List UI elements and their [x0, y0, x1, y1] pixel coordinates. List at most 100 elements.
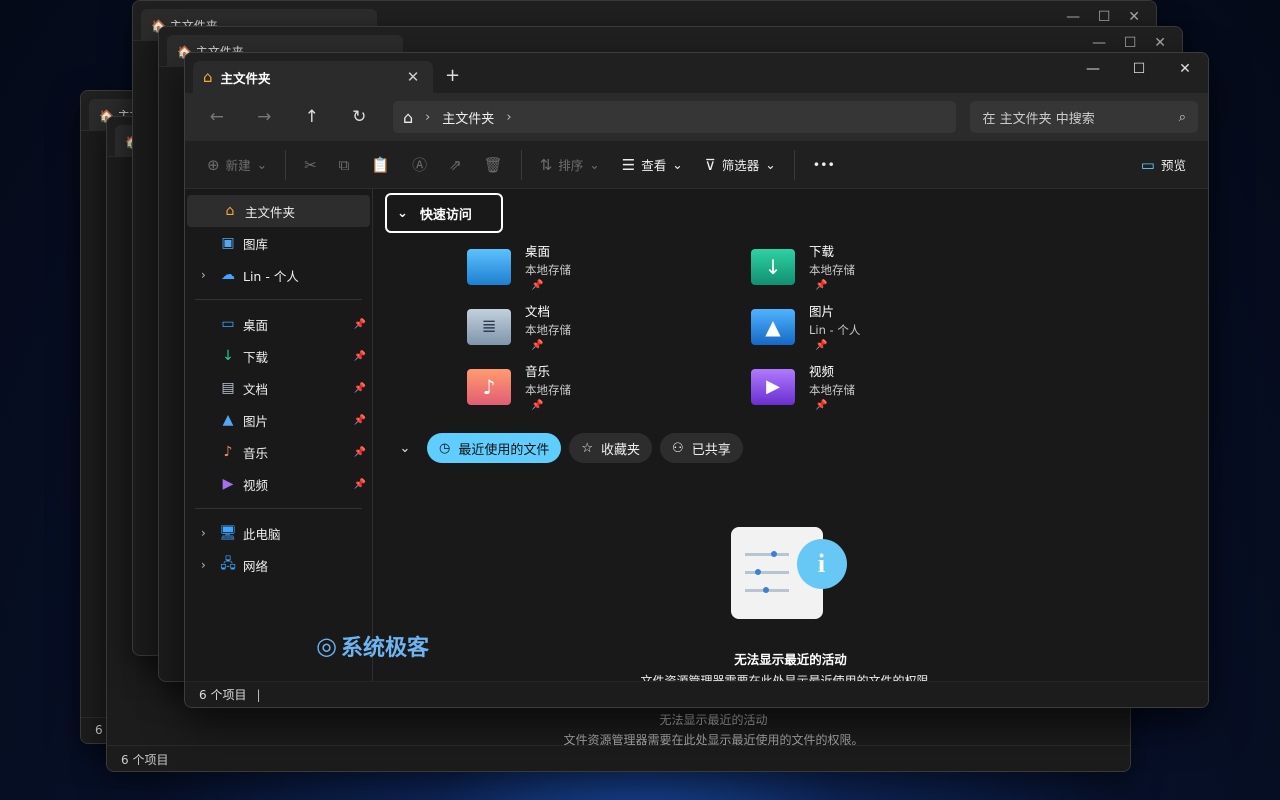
divider [195, 508, 362, 509]
delete-button[interactable]: 🗑 [476, 149, 511, 181]
pin-icon: 📌 [353, 478, 366, 490]
empty-state: i 无法显示最近的活动 文件资源管理器需要在此处显示最近使用的文件的权限。 [373, 527, 1208, 689]
folder-location: 本地存储 [525, 323, 571, 337]
tab-home-folder[interactable]: ⌂ 主文件夹 ✕ [193, 61, 433, 93]
chevron-right-icon[interactable]: › [425, 110, 430, 125]
sidebar-item-documents[interactable]: ▤ 文档 📌 [185, 372, 372, 404]
pin-icon: 📌 [531, 340, 544, 351]
tab-favorites[interactable]: ☆ 收藏夹 [569, 433, 653, 463]
maximize-button[interactable]: ☐ [1116, 53, 1162, 85]
close-window-button[interactable]: ✕ [1162, 53, 1208, 85]
quick-access-header[interactable]: ⌄ 快速访问 [385, 193, 503, 233]
sidebar-item-gallery[interactable]: ▣ 图库 [185, 227, 372, 259]
tab-title: 主文件夹 [220, 70, 271, 86]
chevron-right-icon[interactable]: › [506, 110, 511, 125]
home-icon: ⌂ [203, 68, 213, 86]
folder-tile-pictures[interactable]: ▲ 图片 Lin - 个人 📌 [751, 301, 860, 351]
new-tab-button[interactable]: + [445, 65, 460, 86]
share-icon: ⇗ [449, 155, 462, 174]
music-icon: ♪ [223, 444, 233, 460]
folder-tile-music[interactable]: ♪ 音乐 本地存储 📌 [467, 361, 571, 411]
people-icon: ⚇ [672, 440, 684, 456]
more-options-button[interactable]: ••• [805, 149, 843, 181]
sidebar-item-label: 网络 [243, 558, 269, 574]
refresh-button[interactable]: ↻ [337, 100, 380, 134]
search-box[interactable]: 在 主文件夹 中搜索 ⌕ [970, 101, 1199, 133]
chevron-right-icon[interactable]: › [201, 268, 213, 282]
star-icon: ☆ [581, 440, 594, 456]
sidebar-item-home[interactable]: ⌂ 主文件夹 [187, 195, 370, 227]
item-count: 6 个项目 [199, 688, 247, 702]
folder-name: 音乐 [525, 364, 551, 379]
paste-button[interactable]: 📋 [363, 149, 398, 181]
sidebar-item-label: 图片 [243, 413, 269, 429]
new-label: 新建 [225, 158, 251, 173]
plus-circle-icon: ⊕ [207, 155, 220, 174]
sidebar-item-videos[interactable]: ▶ 视频 📌 [185, 468, 372, 500]
sidebar-item-network[interactable]: › 🖧 网络 [185, 549, 372, 581]
tab-label: 收藏夹 [601, 442, 641, 458]
home-icon[interactable]: ⌂ [403, 108, 413, 127]
sidebar-item-onedrive[interactable]: › ☁ Lin - 个人 [185, 259, 372, 291]
pin-icon: 📌 [353, 318, 366, 330]
cut-button[interactable]: ✂ [296, 149, 325, 181]
sort-button[interactable]: ⇅ 排序 ⌄ [532, 149, 608, 181]
folder-tile-documents[interactable]: ≣ 文档 本地存储 📌 [467, 301, 571, 351]
chevron-down-icon: ⌄ [672, 157, 683, 172]
divider [793, 149, 795, 180]
copy-button[interactable]: ⧉ [331, 149, 358, 181]
preview-label: 预览 [1160, 158, 1186, 173]
onedrive-icon: ☁ [221, 267, 235, 283]
share-button[interactable]: ⇗ [441, 149, 470, 181]
back-button[interactable]: ← [195, 100, 238, 134]
folder-tile-desktop[interactable]: 桌面 本地存储 📌 [467, 241, 571, 291]
filter-label: 筛选器 [721, 158, 760, 173]
rename-button[interactable]: Ⓐ [404, 149, 435, 181]
trash-icon: 🗑 [483, 155, 503, 174]
chevron-down-icon: ⌄ [765, 157, 776, 172]
folder-location: Lin - 个人 [809, 323, 861, 337]
new-button[interactable]: ⊕ 新建 ⌄ [199, 149, 275, 181]
recent-section-header: ⌄ ◷ 最近使用的文件 ☆ 收藏夹 ⚇ 已共享 [391, 433, 743, 463]
status-bar: 6 个项目 | [185, 681, 1208, 707]
view-list-icon: ☰ [621, 155, 636, 174]
pin-icon: 📌 [815, 340, 828, 351]
folder-tile-videos[interactable]: ▶ 视频 本地存储 📌 [751, 361, 855, 411]
home-icon: ⌂ [225, 203, 235, 219]
folder-tile-downloads[interactable]: ↓ 下载 本地存储 📌 [751, 241, 855, 291]
chevron-down-icon[interactable]: ⌄ [391, 441, 419, 456]
minimize-button[interactable]: — [1070, 53, 1116, 85]
breadcrumb-home-folder[interactable]: 主文件夹 [442, 108, 494, 127]
search-input[interactable]: 在 主文件夹 中搜索 [982, 108, 1094, 127]
bg-window-controls: — ☐ ✕ [1066, 9, 1140, 25]
forward-button[interactable]: → [242, 100, 285, 134]
sidebar-item-this-pc[interactable]: › 🖥 此电脑 [185, 517, 372, 549]
copy-icon: ⧉ [338, 155, 350, 174]
desktop-icon: ▭ [221, 316, 235, 332]
close-tab-button[interactable]: ✕ [403, 68, 423, 86]
pin-icon: 📌 [353, 446, 366, 458]
chevron-right-icon[interactable]: › [201, 526, 213, 540]
videos-icon: ▶ [222, 476, 234, 492]
chevron-down-icon: ⌄ [397, 205, 408, 221]
folder-name: 文档 [525, 304, 551, 319]
tab-recent-files[interactable]: ◷ 最近使用的文件 [427, 433, 562, 463]
folder-name: 下载 [809, 244, 835, 259]
sidebar-item-music[interactable]: ♪ 音乐 📌 [185, 436, 372, 468]
videos-folder-icon: ▶ [751, 369, 795, 405]
up-button[interactable]: ↑ [290, 100, 333, 134]
sidebar-item-pictures[interactable]: ▲ 图片 📌 [185, 404, 372, 436]
tab-shared[interactable]: ⚇ 已共享 [660, 433, 743, 463]
empty-state-title: 无法显示最近的活动 [734, 652, 847, 667]
folder-location: 本地存储 [525, 383, 571, 397]
tab-label: 已共享 [691, 442, 731, 458]
bg-empty-title: 无法显示最近的活动 [659, 713, 768, 727]
chevron-right-icon[interactable]: › [201, 558, 213, 572]
preview-pane-button[interactable]: ▭ 预览 [1133, 149, 1194, 181]
address-bar[interactable]: ⌂ › 主文件夹 › [392, 101, 957, 133]
download-icon: ↓ [222, 348, 234, 364]
sidebar-item-desktop[interactable]: ▭ 桌面 📌 [185, 308, 372, 340]
sidebar-item-downloads[interactable]: ↓ 下载 📌 [185, 340, 372, 372]
filter-button[interactable]: ⊽ 筛选器 ⌄ [697, 149, 784, 181]
view-button[interactable]: ☰ 查看 ⌄ [614, 149, 691, 181]
